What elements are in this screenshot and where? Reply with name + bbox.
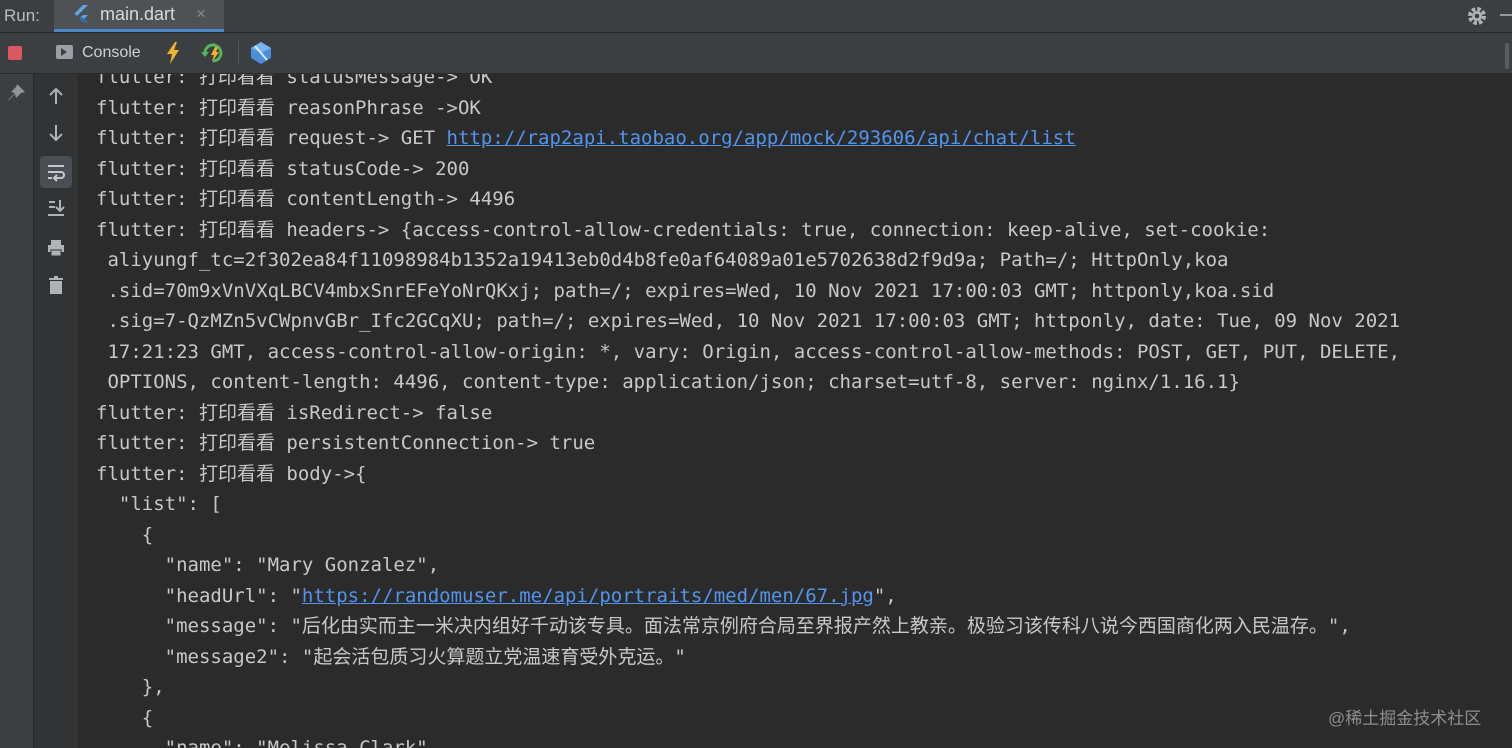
console-line: { — [96, 520, 1400, 551]
clear-all-button[interactable] — [40, 269, 72, 301]
console-line-text: flutter: 打印看看 reasonPhrase ->OK — [96, 96, 481, 119]
tab-title: main.dart — [100, 4, 176, 24]
pin-icon[interactable] — [5, 82, 27, 104]
console-line-text: .sid=70m9xVnVXqLBCV4mbxSnrEFeYoNrQKxj; p… — [96, 279, 1275, 302]
print-icon — [48, 240, 64, 257]
minimize-icon[interactable] — [1500, 14, 1512, 16]
soft-wrap-icon — [48, 165, 65, 182]
hot-reload-icon[interactable] — [164, 41, 182, 65]
scroll-to-end-button[interactable] — [40, 192, 72, 224]
console-output[interactable]: flutter: 打印看看 statusMessage-> OK flutter:… — [78, 74, 1512, 748]
console-line-text: }, — [96, 676, 165, 698]
console-line-text: flutter: 打印看看 persistentConnection-> tru… — [96, 432, 596, 454]
console-line: }, — [96, 672, 1400, 703]
tab-main-dart[interactable]: main.dart × — [54, 0, 224, 32]
stop-icon[interactable] — [8, 46, 22, 60]
console-link[interactable]: http://rap2api.taobao.org/app/mock/29360… — [447, 127, 1076, 149]
console-line-text: "message2": "起会活包质习火算题立党温速育受外克运。" — [96, 645, 686, 668]
console-line-text: "list": [ — [96, 493, 222, 515]
console-line-text: flutter: 打印看看 contentLength-> 4496 — [96, 188, 516, 210]
console-line-text: flutter: 打印看看 isRedirect-> false — [96, 401, 493, 424]
scrollbar[interactable] — [1505, 43, 1509, 69]
console-label: Console — [82, 44, 141, 61]
console-line: { — [96, 703, 1400, 734]
console-side-toolbar — [34, 74, 78, 748]
console-line: flutter: 打印看看 reasonPhrase ->OK — [96, 93, 1400, 124]
watermark: @稀土掘金技术社区 — [1328, 709, 1482, 728]
console-line: flutter: 打印看看 statusMessage-> OK — [96, 74, 1400, 93]
console-line: "name": "Melissa Clark", — [96, 733, 1400, 748]
toolbar-divider — [238, 41, 239, 65]
trash-icon — [49, 276, 63, 294]
console-line-text: flutter: 打印看看 request-> GET — [96, 127, 447, 149]
hot-restart-icon[interactable] — [200, 40, 226, 66]
scroll-to-end-icon — [48, 200, 65, 216]
console-line: "name": "Mary Gonzalez", — [96, 550, 1400, 581]
console-line-text: "name": "Melissa Clark", — [96, 737, 440, 748]
soft-wrap-button[interactable] — [40, 156, 72, 188]
console-line-text: OPTIONS, content-length: 4496, content-t… — [96, 371, 1240, 393]
scroll-down-button[interactable] — [40, 117, 72, 149]
flutter-icon — [74, 5, 88, 23]
console-link[interactable]: https://randomuser.me/api/portraits/med/… — [302, 585, 874, 607]
console-line-text: .sig=7-QzMZn5vCWpnvGBr_Ifc2GCqXU; path=/… — [96, 310, 1401, 332]
print-button[interactable] — [40, 232, 72, 264]
console-line: flutter: 打印看看 body->{ — [96, 459, 1400, 490]
console-line: flutter: 打印看看 request-> GET http://rap2a… — [96, 123, 1400, 154]
run-tool-bar: Run: main.dart × — [0, 0, 1512, 33]
console-line-text: flutter: 打印看看 body->{ — [96, 462, 367, 485]
console-tab-button[interactable]: Console — [54, 41, 154, 65]
run-label: Run: — [4, 6, 40, 25]
console-line: aliyungf_tc=2f302ea84f11098984b1352a1941… — [96, 245, 1400, 276]
console-line-text: flutter: 打印看看 headers-> {access-control-… — [96, 218, 1271, 241]
console-line: flutter: 打印看看 contentLength-> 4496 — [96, 184, 1400, 215]
console-line-text: aliyungf_tc=2f302ea84f11098984b1352a1941… — [96, 249, 1229, 271]
console-line: 17:21:23 GMT, access-control-allow-origi… — [96, 337, 1400, 368]
console-lines: flutter: 打印看看 statusMessage-> OK flutter:… — [96, 74, 1400, 748]
console-line: .sig=7-QzMZn5vCWpnvGBr_Ifc2GCqXU; path=/… — [96, 306, 1400, 337]
console-line-text: "name": "Mary Gonzalez", — [96, 554, 440, 576]
console-line: flutter: 打印看看 persistentConnection-> tru… — [96, 428, 1400, 459]
gear-icon[interactable] — [1465, 4, 1489, 28]
console-line-text: flutter: 打印看看 statusCode-> 200 — [96, 157, 470, 180]
scroll-up-button[interactable] — [40, 80, 72, 112]
console-toolbar: Console — [0, 33, 1512, 74]
console-line: flutter: 打印看看 isRedirect-> false — [96, 398, 1400, 429]
down-arrow-icon — [49, 125, 63, 142]
console-line-text: { — [96, 706, 154, 729]
console-line: .sid=70m9xVnVXqLBCV4mbxSnrEFeYoNrQKxj; p… — [96, 276, 1400, 307]
console-icon — [56, 45, 73, 59]
console-line-text: "headUrl": " — [96, 584, 302, 607]
console-line: "message": "后化由实而主一米决内组好千动该专具。面法常京例府合局至界… — [96, 611, 1400, 642]
close-icon[interactable]: × — [196, 4, 206, 24]
console-line: "message2": "起会活包质习火算题立党温速育受外克运。" — [96, 642, 1400, 673]
run-pane-gutter — [0, 74, 34, 748]
up-arrow-icon — [49, 87, 63, 104]
console-line: flutter: 打印看看 headers-> {access-control-… — [96, 215, 1400, 246]
console-line-text: 17:21:23 GMT, access-control-allow-origi… — [96, 340, 1401, 363]
devtools-icon[interactable] — [248, 40, 274, 66]
console-line-suffix: ", — [873, 584, 897, 607]
console-line-text: { — [96, 523, 154, 546]
console-line-text: "message": "后化由实而主一米决内组好千动该专具。面法常京例府合局至界… — [96, 615, 1351, 637]
console-line: OPTIONS, content-length: 4496, content-t… — [96, 367, 1400, 398]
console-line: "headUrl": "https://randomuser.me/api/po… — [96, 581, 1400, 612]
console-line-text: flutter: 打印看看 statusMessage-> OK — [96, 74, 493, 88]
console-line: flutter: 打印看看 statusCode-> 200 — [96, 154, 1400, 185]
console-line: "list": [ — [96, 489, 1400, 520]
